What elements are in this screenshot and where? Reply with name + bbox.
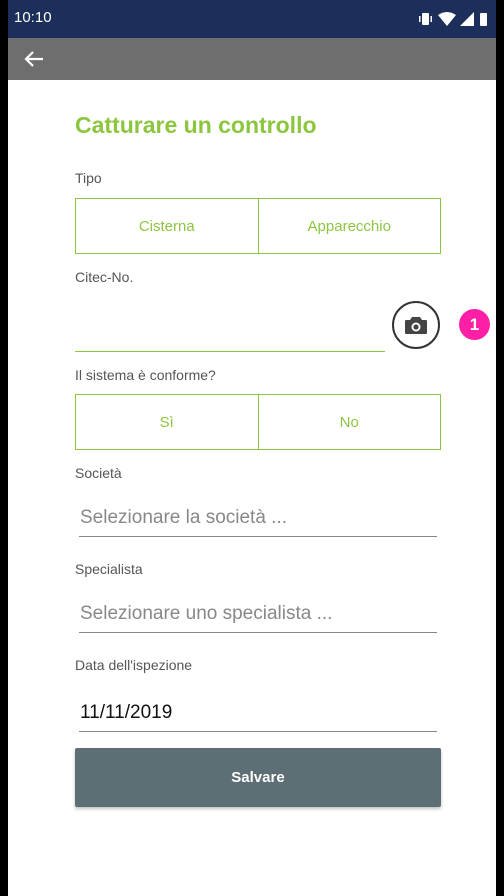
societa-select[interactable]: Selezionare la società ...: [79, 501, 437, 537]
status-icons: [419, 12, 487, 26]
camera-button[interactable]: [392, 301, 440, 349]
wifi-icon: [438, 12, 456, 26]
status-bar: 10:10: [8, 0, 496, 38]
form-content: Catturare un controllo Tipo Cisterna App…: [8, 80, 496, 896]
data-ispezione-label: Data dell'ispezione: [75, 657, 193, 673]
annotation-badge: 1: [459, 309, 490, 340]
conforme-label: Il sistema è conforme?: [75, 367, 216, 383]
conforme-option-si[interactable]: Sì: [75, 394, 259, 450]
save-button[interactable]: Salvare: [75, 748, 441, 807]
conforme-option-no[interactable]: No: [258, 394, 441, 450]
signal-icon: [460, 12, 474, 26]
tipo-option-cisterna[interactable]: Cisterna: [75, 198, 259, 254]
tipo-label: Tipo: [75, 170, 102, 186]
arrow-left-icon: [24, 51, 43, 67]
camera-icon: [405, 317, 427, 334]
battery-icon: [480, 13, 487, 26]
app-bar: [8, 38, 496, 80]
page-title: Catturare un controllo: [75, 112, 317, 138]
phone-screen: 10:10 Catturare un controllo Tipo Cister…: [8, 0, 496, 896]
specialista-label: Specialista: [75, 561, 143, 577]
citec-label: Citec-No.: [75, 269, 134, 285]
data-ispezione-field[interactable]: 11/11/2019: [79, 696, 437, 732]
back-button[interactable]: [18, 44, 50, 74]
vibrate-icon: [419, 13, 432, 25]
conforme-segmented-control: Sì No: [75, 394, 441, 450]
tipo-segmented-control: Cisterna Apparecchio: [75, 198, 441, 254]
status-time: 10:10: [14, 9, 52, 26]
societa-label: Società: [75, 465, 122, 481]
tipo-option-apparecchio[interactable]: Apparecchio: [258, 198, 441, 254]
specialista-select[interactable]: Selezionare uno specialista ...: [79, 597, 437, 633]
citec-input[interactable]: [75, 350, 385, 352]
